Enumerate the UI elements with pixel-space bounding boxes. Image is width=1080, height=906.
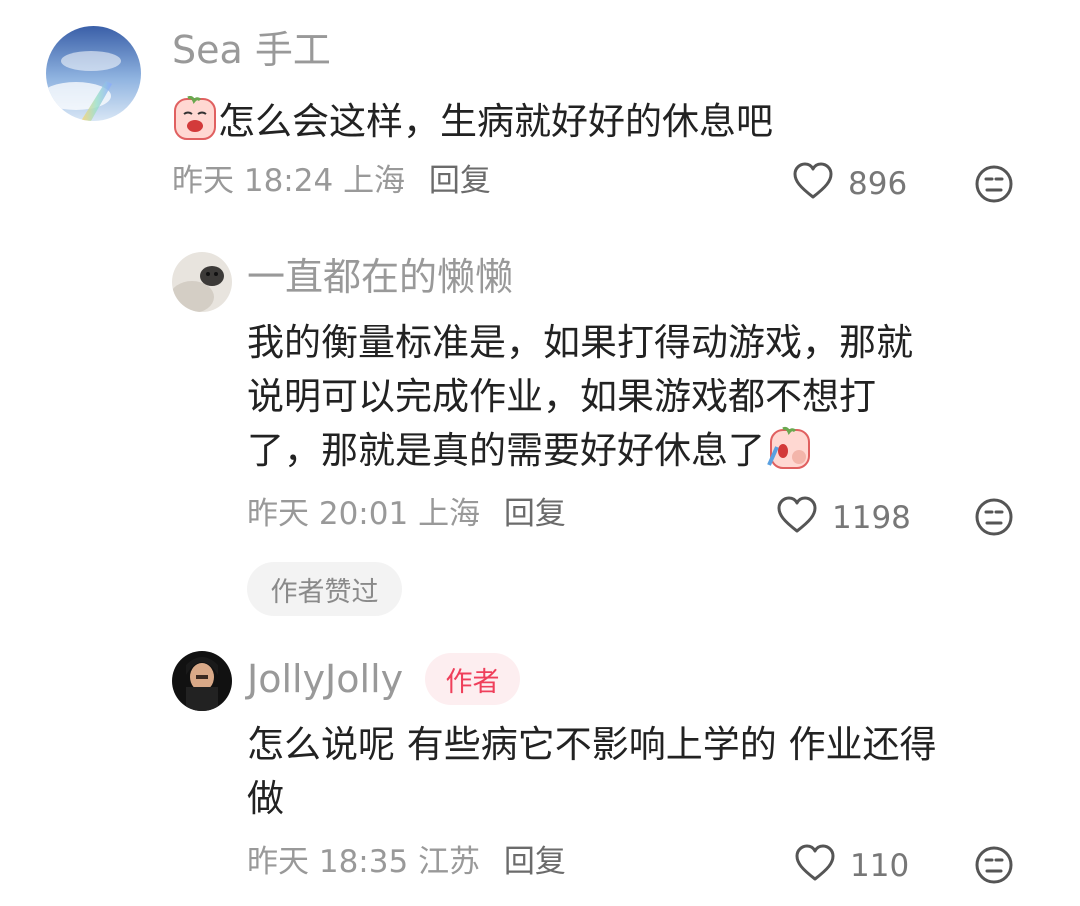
neutral-face-icon[interactable] <box>974 497 1014 541</box>
avatar[interactable] <box>46 26 141 121</box>
comment-text-line-last: 了，那就是真的需要好好休息了 <box>247 424 913 486</box>
comment-text-line: 了，那就是真的需要好好休息了 <box>247 429 765 472</box>
comment-meta: 昨天 18:35 江苏 回复 <box>247 847 566 878</box>
crying-face-sticker-icon <box>172 95 218 157</box>
comment-location: 上海 <box>343 163 406 199</box>
comment-text: 怎么会这样，生病就好好的休息吧 <box>172 95 773 157</box>
like-button[interactable]: 896 <box>792 162 907 206</box>
heart-outline-icon <box>794 844 836 888</box>
avatar[interactable] <box>172 252 232 312</box>
comment-time: 昨天 20:01 <box>247 496 409 532</box>
crying-face-sticker-icon <box>765 425 813 486</box>
avatar[interactable] <box>172 651 232 711</box>
username[interactable]: 一直都在的懒懒 <box>247 258 513 296</box>
comment-meta: 昨天 18:24 上海 回复 <box>172 166 491 197</box>
username[interactable]: JollyJolly <box>247 660 403 698</box>
username[interactable]: Sea 手工 <box>172 31 331 69</box>
heart-outline-icon <box>792 162 834 206</box>
neutral-face-icon[interactable] <box>974 164 1014 208</box>
reply-button[interactable]: 回复 <box>429 163 491 199</box>
comment-text: 怎么说呢 有些病它不影响上学的 作业还得 做 <box>247 718 937 826</box>
neutral-face-icon[interactable] <box>974 845 1014 889</box>
comment-text-line: 怎么说呢 有些病它不影响上学的 作业还得 <box>247 723 937 766</box>
reply-button[interactable]: 回复 <box>504 844 566 880</box>
author-tag: 作者 <box>425 653 520 705</box>
comment-time: 昨天 18:35 <box>247 844 409 880</box>
like-count: 1198 <box>832 499 911 536</box>
comment-time: 昨天 18:24 <box>172 163 334 199</box>
author-liked-badge: 作者赞过 <box>247 562 402 616</box>
comment-location: 江苏 <box>418 844 481 880</box>
comment-meta: 昨天 20:01 上海 回复 <box>247 499 566 530</box>
like-count: 896 <box>848 165 908 202</box>
comment-text-line: 说明可以完成作业，如果游戏都不想打 <box>247 375 876 418</box>
reply-button[interactable]: 回复 <box>504 496 566 532</box>
heart-outline-icon <box>776 496 818 540</box>
like-button[interactable]: 110 <box>794 844 909 888</box>
comment-text-line: 我的衡量标准是，如果打得动游戏，那就 <box>247 321 913 364</box>
comment-text-body: 怎么会这样，生病就好好的休息吧 <box>218 100 773 143</box>
comment-location: 上海 <box>418 496 481 532</box>
comment-text-line: 做 <box>247 777 284 820</box>
comment-text: 我的衡量标准是，如果打得动游戏，那就 说明可以完成作业，如果游戏都不想打 了，那… <box>247 316 913 486</box>
like-button[interactable]: 1198 <box>776 496 911 540</box>
like-count: 110 <box>850 847 910 884</box>
